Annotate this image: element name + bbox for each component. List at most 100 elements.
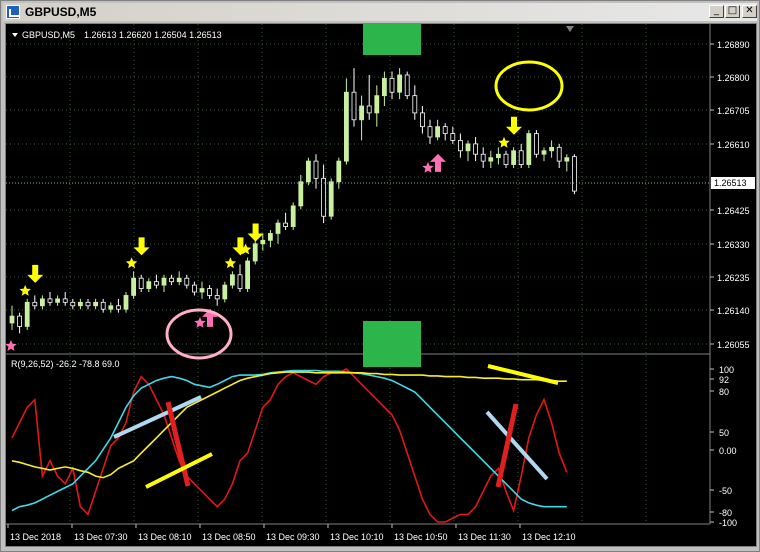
window-titlebar[interactable]: GBPUSD,M5 _ □ ✕ (3, 3, 757, 21)
candle-body (541, 150, 547, 155)
current-price-value: 1.26513 (714, 178, 747, 188)
candle-body (556, 146, 562, 162)
chart-area[interactable]: GBPUSD,M5 1.26613 1.26620 1.26504 1.2651… (5, 21, 757, 547)
candle-body (511, 150, 517, 165)
candle-body (305, 160, 311, 183)
candle-body (131, 277, 136, 296)
candle-body (290, 205, 296, 227)
candle-body (169, 277, 175, 283)
candle-body (366, 105, 372, 114)
pink-star-icon (194, 316, 206, 328)
time-tick-label: 13 Dec 09:30 (266, 532, 320, 542)
candle-body (229, 274, 235, 286)
time-tick-label: 13 Dec 2018 (10, 532, 61, 542)
candle-body (328, 181, 334, 217)
indicator-line-red (11, 368, 568, 523)
candle-body (419, 112, 425, 128)
indicator-tick-label: 100 (719, 365, 734, 375)
time-tick-label: 13 Dec 11:30 (458, 532, 511, 542)
candle-body (32, 301, 38, 307)
candle-body (526, 133, 532, 165)
candle-body (62, 298, 68, 303)
price-tick-label: 1.26800 (717, 73, 750, 83)
symbol-dropdown-icon[interactable] (12, 33, 18, 37)
candle-body (336, 160, 342, 183)
price-tick-label: 1.26890 (717, 40, 750, 50)
candle-body (176, 277, 182, 283)
candle-body (207, 288, 213, 296)
indicator-tick-label: 0.00 (719, 446, 737, 456)
price-tick-label: 1.26425 (717, 206, 750, 216)
time-tick-label: 13 Dec 10:10 (330, 532, 384, 542)
candle-body (427, 126, 433, 138)
yellow-star-icon (224, 257, 237, 269)
chart-canvas[interactable]: GBPUSD,M5 1.26613 1.26620 1.26504 1.2651… (5, 21, 756, 546)
grid-layer (6, 24, 710, 524)
indicator-axis: 10092 80 50 0.00 -50 -80-100 (710, 365, 737, 528)
candle-body (267, 233, 273, 241)
indicator-tick-label: 50 (719, 428, 729, 438)
candle-body (450, 133, 456, 141)
candle-body (404, 74, 410, 97)
candle-body (359, 105, 365, 121)
candle-body (572, 156, 577, 192)
chart-ohlc-values: 1.26613 1.26620 1.26504 1.26513 (84, 30, 222, 40)
candle-body (534, 133, 539, 155)
indicator-tick-label: -80 (719, 508, 732, 518)
signals-layer (5, 116, 522, 351)
candle-body (389, 78, 395, 93)
price-tick-label: 1.26055 (717, 340, 750, 350)
yellow-star-icon (19, 284, 31, 296)
candle-body (40, 298, 45, 307)
yellow-down-arrow-icon (247, 223, 264, 242)
candle-body (184, 277, 190, 286)
candles-layer (9, 68, 577, 334)
price-tick-label: 1.26235 (717, 273, 750, 283)
top-marker-box (363, 21, 421, 55)
price-tick-label: 1.26140 (717, 306, 750, 316)
time-tick-label: 13 Dec 10:50 (394, 532, 448, 542)
yellow-down-arrow-icon (506, 116, 522, 135)
candle-body (564, 157, 570, 162)
candle-body (47, 298, 53, 303)
indicator-header-label: R(9,26,52) -26.2 -78.8 69.0 (11, 359, 120, 369)
candle-body (321, 177, 327, 217)
price-axis: 1.26890 1.26800 1.26705 1.26610 1.26425 1.263… (710, 40, 750, 350)
candle-body (70, 301, 76, 307)
indicator-tick-label: -50 (719, 486, 732, 496)
yellow-star-icon (498, 136, 510, 148)
price-tick-label: 1.26330 (717, 240, 750, 250)
candle-body (412, 95, 418, 114)
chart-shift-icon[interactable] (566, 26, 574, 32)
maximize-button[interactable]: □ (725, 5, 740, 18)
candle-body (153, 281, 159, 286)
yellow-down-arrow-icon (133, 237, 150, 256)
time-tick-label: 13 Dec 08:10 (138, 532, 192, 542)
candle-body (85, 301, 91, 307)
bottom-marker-box (363, 321, 421, 367)
divergence-line-cyan-2 (485, 410, 549, 481)
candle-body (214, 295, 220, 300)
close-button[interactable]: ✕ (742, 5, 757, 18)
candle-body (442, 126, 448, 134)
candle-body (435, 126, 441, 138)
candle-body (161, 277, 167, 286)
candle-body (488, 157, 494, 162)
indicator-tick-label: 80 (719, 387, 729, 397)
pink-star-icon (422, 161, 434, 173)
candle-body (275, 222, 281, 234)
candle-body (199, 288, 205, 293)
indicator-tick-label: -100 (719, 518, 737, 528)
indicator-tick-label: 92 (719, 375, 729, 385)
candle-body (78, 301, 83, 307)
time-tick-label: 13 Dec 08:50 (202, 532, 256, 542)
candle-body (17, 315, 23, 327)
time-tick-label: 13 Dec 12:10 (522, 532, 576, 542)
candle-body (549, 146, 554, 152)
window-title: GBPUSD,M5 (25, 5, 97, 19)
candle-body (138, 277, 144, 289)
candle-body (397, 74, 403, 93)
candle-body (260, 239, 266, 245)
minimize-button[interactable]: _ (709, 5, 724, 18)
candle-body (108, 305, 114, 310)
